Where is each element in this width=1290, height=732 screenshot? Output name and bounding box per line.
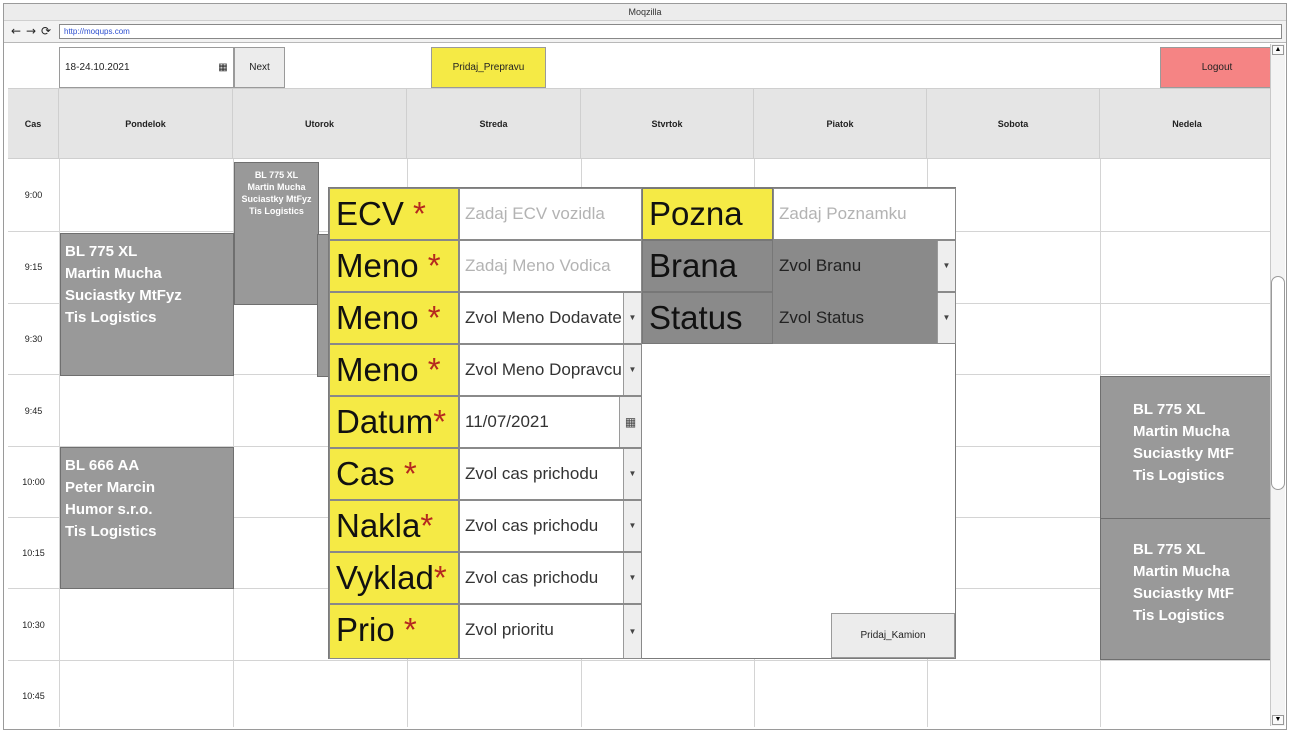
schedule-header: Cas Pondelok Utorok Streda Stvrtok Piato… — [8, 88, 1273, 159]
loading-time-select[interactable]: Zvol cas prichodu ▼ — [459, 500, 642, 552]
schedule-event[interactable]: BL 775 XL Martin Mucha Suciastky MtF Tis… — [1100, 518, 1273, 660]
column-header-saturday: Sobota — [927, 89, 1100, 159]
event-driver: Martin Mucha — [65, 265, 162, 282]
date-range-input[interactable]: 18-24.10.2021 ▦ — [59, 47, 234, 88]
form-label-unloading: Vyklad* — [329, 552, 459, 604]
navigation-bar: ← → ⟳ http://moqups.com — [4, 21, 1286, 43]
event-carrier: Tis Logistics — [65, 309, 157, 326]
scrollbar-thumb[interactable] — [1271, 276, 1285, 490]
grid-divider — [8, 660, 1273, 661]
date-range-value: 18-24.10.2021 — [65, 62, 130, 73]
column-header-sunday: Nedela — [1172, 119, 1202, 129]
schedule-event[interactable]: BL 775 XL Martin Mucha Suciastky MtFyz T… — [234, 162, 319, 305]
form-label-carrier: Meno * — [329, 344, 459, 396]
time-label: 10:15 — [22, 548, 45, 558]
gate-select[interactable]: Zvol Branu ▼ — [773, 240, 956, 292]
column-header-thursday: Stvrtok — [581, 89, 754, 159]
form-label-date: Datum* — [329, 396, 459, 448]
column-header-friday: Piatok — [754, 89, 927, 159]
event-plate: BL 666 AA — [65, 457, 140, 474]
scroll-up-icon[interactable]: ▲ — [1272, 45, 1284, 55]
schedule-event[interactable]: BL 775 XL Martin Mucha Suciastky MtF Tis… — [1100, 376, 1273, 519]
add-truck-button[interactable]: Pridaj_Kamion — [831, 613, 955, 658]
vertical-scrollbar[interactable]: ▲ ▼ — [1270, 44, 1285, 726]
chevron-down-icon[interactable]: ▼ — [937, 293, 955, 343]
status-select[interactable]: Zvol Status ▼ — [773, 292, 956, 344]
column-header-monday: Pondelok — [59, 89, 233, 159]
reload-icon[interactable]: ⟳ — [40, 23, 52, 39]
event-carrier: Tis Logistics — [1133, 467, 1225, 484]
form-label-loading: Nakla* — [329, 500, 459, 552]
event-supplier: Humor s.r.o. — [65, 501, 153, 518]
address-bar[interactable]: http://moqups.com — [59, 24, 1282, 39]
event-carrier: Tis Logistics — [1133, 607, 1225, 624]
time-label: 10:45 — [22, 691, 45, 701]
event-plate: BL 775 XL — [1133, 401, 1206, 418]
form-label-note: Pozna — [642, 188, 773, 240]
event-supplier: Suciastky MtF — [1133, 445, 1234, 462]
note-input[interactable]: Zadaj Poznamku — [773, 188, 956, 240]
add-transport-button[interactable]: Pridaj_Prepravu — [431, 47, 546, 88]
scroll-down-icon[interactable]: ▼ — [1272, 715, 1284, 725]
calendar-icon[interactable]: ▦ — [619, 397, 641, 447]
event-plate: BL 775 XL — [254, 170, 299, 180]
event-supplier: Suciastky MtFyz — [65, 287, 182, 304]
event-driver: Martin Mucha — [1133, 563, 1230, 580]
form-label-status: Status — [642, 292, 773, 344]
time-label: 10:00 — [22, 477, 45, 487]
event-supplier: Suciastky MtF — [1133, 585, 1234, 602]
event-driver: Peter Marcin — [65, 479, 156, 496]
chevron-down-icon[interactable]: ▼ — [937, 241, 955, 291]
forward-icon[interactable]: → — [25, 23, 37, 39]
chevron-down-icon[interactable]: ▼ — [623, 553, 641, 603]
arrival-time-select[interactable]: Zvol cas prichodu ▼ — [459, 448, 642, 500]
event-carrier: Tis Logistics — [249, 206, 304, 216]
time-label: 9:15 — [24, 262, 43, 272]
chevron-down-icon[interactable]: ▼ — [623, 345, 641, 395]
time-label: 9:30 — [24, 334, 43, 344]
event-driver: Martin Mucha — [247, 182, 306, 192]
time-label: 10:30 — [22, 620, 45, 630]
chevron-down-icon[interactable]: ▼ — [623, 449, 641, 499]
chevron-down-icon[interactable]: ▼ — [623, 605, 641, 658]
event-carrier: Tis Logistics — [65, 523, 157, 540]
event-plate: BL 775 XL — [1133, 541, 1206, 558]
date-input[interactable]: 11/07/2021 ▦ — [459, 396, 642, 448]
event-supplier: Suciastky MtFyz — [241, 194, 312, 204]
time-label: 9:45 — [24, 406, 43, 416]
unloading-time-select[interactable]: Zvol cas prichodu ▼ — [459, 552, 642, 604]
column-header-wednesday: Streda — [407, 89, 581, 159]
next-button[interactable]: Next — [234, 47, 285, 88]
calendar-icon[interactable]: ▦ — [213, 48, 233, 87]
schedule-event[interactable]: BL 666 AA Peter Marcin Humor s.r.o. Tis … — [60, 447, 234, 589]
column-header-tuesday: Utorok — [233, 89, 407, 159]
toolbar: 18-24.10.2021 ▦ Next Pridaj_Prepravu Log… — [8, 47, 1273, 88]
chevron-down-icon[interactable]: ▼ — [623, 293, 641, 343]
schedule-event[interactable]: BL 775 XL Martin Mucha Suciastky MtFyz T… — [60, 233, 234, 376]
ecv-input[interactable]: Zadaj ECV vozidla — [459, 188, 642, 240]
back-icon[interactable]: ← — [10, 23, 22, 39]
carrier-select[interactable]: Zvol Meno Dopravcu ▼ — [459, 344, 642, 396]
form-label-gate: Brana — [642, 240, 773, 292]
chevron-down-icon[interactable]: ▼ — [623, 501, 641, 551]
supplier-select[interactable]: Zvol Meno Dodavatela ▼ — [459, 292, 642, 344]
logout-button[interactable]: Logout — [1160, 47, 1273, 88]
form-label-time: Cas * — [329, 448, 459, 500]
priority-select[interactable]: Zvol prioritu ▼ — [459, 604, 642, 659]
event-driver: Martin Mucha — [1133, 423, 1230, 440]
form-label-priority: Prio * — [329, 604, 459, 659]
driver-name-input[interactable]: Zadaj Meno Vodica — [459, 240, 642, 292]
window-title: Moqzilla — [4, 4, 1286, 21]
event-plate: BL 775 XL — [65, 243, 138, 260]
form-label-ecv: ECV * — [329, 188, 459, 240]
time-label: 9:00 — [24, 190, 43, 200]
form-label-driver: Meno * — [329, 240, 459, 292]
column-header-time: Cas — [8, 89, 59, 159]
add-truck-form: ECV * Zadaj ECV vozidla Meno * Zadaj Men… — [328, 187, 956, 659]
form-label-supplier: Meno * — [329, 292, 459, 344]
